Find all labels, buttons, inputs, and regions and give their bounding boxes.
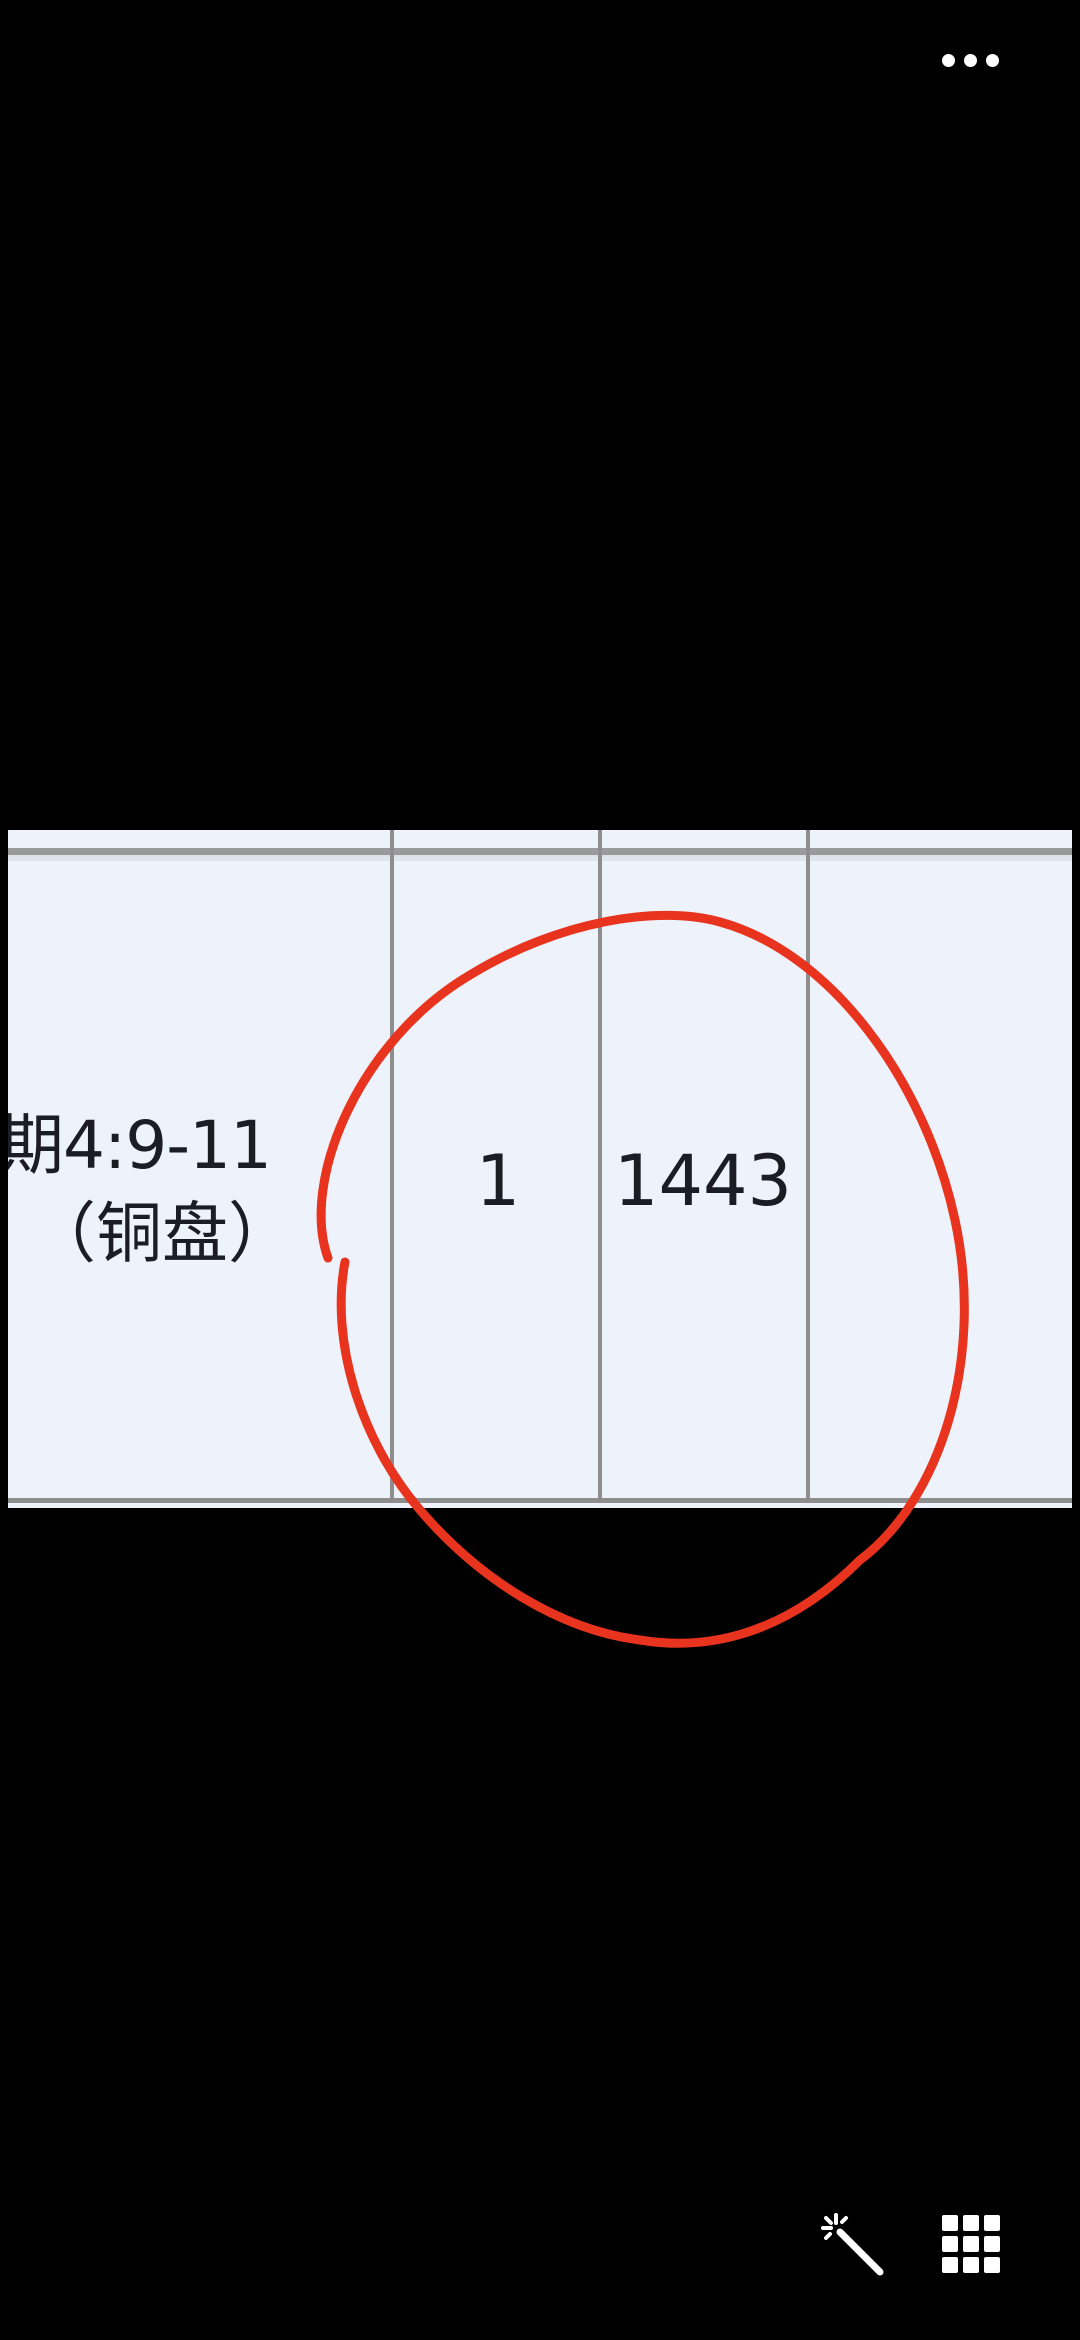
table-top-border — [8, 848, 1072, 855]
table-header-strip — [8, 855, 1072, 861]
grid-cell — [942, 2236, 958, 2252]
grid-icon[interactable] — [942, 2215, 1000, 2273]
magic-wand-icon[interactable] — [818, 2210, 888, 2280]
table-column-divider — [806, 830, 810, 1502]
grid-cell — [984, 2236, 1000, 2252]
table-column-divider — [598, 830, 602, 1502]
photo-image[interactable]: 期4:9-11 （铜盘） 1 1443 — [8, 830, 1072, 1508]
grid-cell — [942, 2257, 958, 2273]
photo-viewer-screen: 期4:9-11 （铜盘） 1 1443 — [0, 0, 1080, 2340]
ellipsis-icon — [941, 53, 955, 67]
ellipsis-dot — [985, 53, 999, 67]
grid-cell — [942, 2215, 958, 2231]
grid-cell — [984, 2215, 1000, 2231]
grid-cell — [963, 2257, 979, 2273]
ellipsis-dot — [963, 53, 977, 67]
table-column-divider — [390, 830, 394, 1502]
grid-cell — [984, 2257, 1000, 2273]
grid-cell — [963, 2236, 979, 2252]
table-bottom-border — [8, 1498, 1072, 1503]
more-options-button[interactable] — [930, 40, 1010, 80]
table-cell-number: 1443 — [613, 1140, 793, 1222]
table-cell-quantity: 1 — [475, 1140, 521, 1222]
table-cell-period-note: （铜盘） — [30, 1195, 294, 1272]
table-cell-period: 期4:9-11 — [8, 1107, 272, 1184]
grid-cell — [963, 2215, 979, 2231]
